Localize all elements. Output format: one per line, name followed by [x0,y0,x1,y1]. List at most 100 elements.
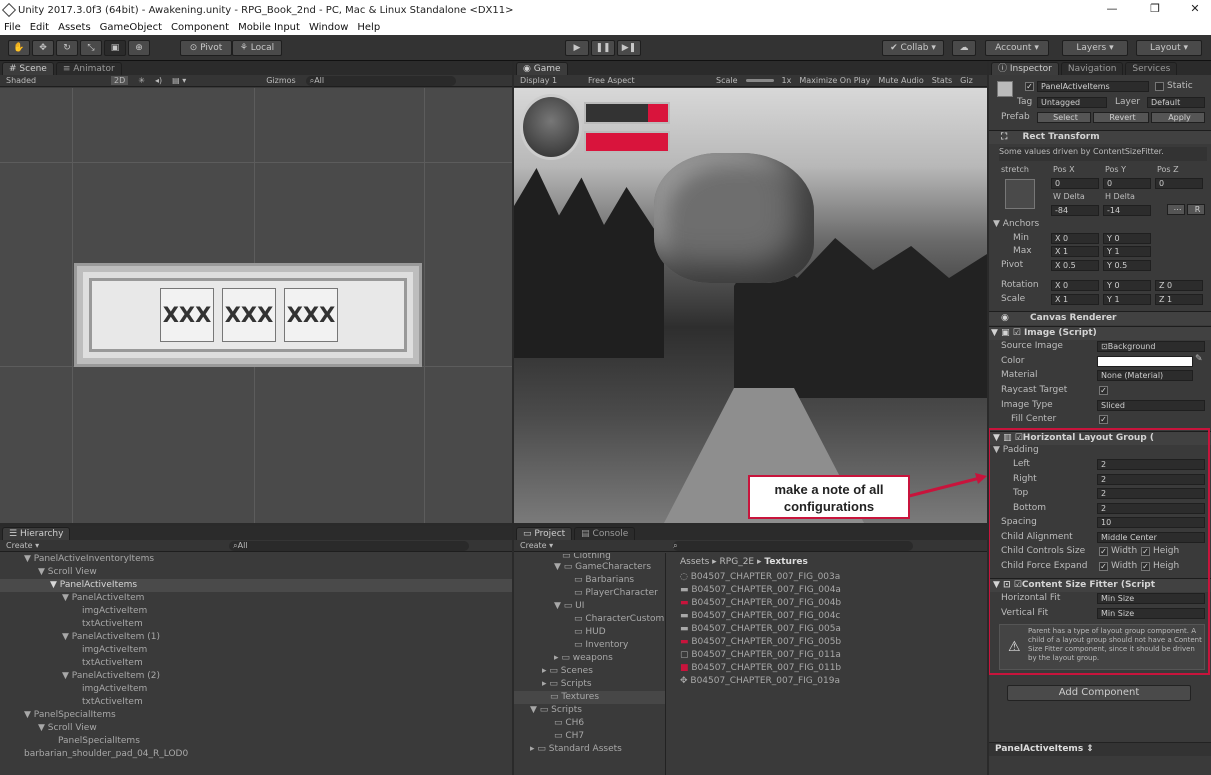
breadcrumb-item[interactable]: Assets [680,557,709,567]
tab-hierarchy[interactable]: ☰ Hierarchy [2,527,71,540]
csf-enabled-checkbox[interactable]: ☑ [1014,580,1022,590]
project-search-input[interactable]: ⌕ [673,540,914,551]
tab-services[interactable]: Services [1125,62,1178,75]
menu-mobile-input[interactable]: Mobile Input [238,22,300,33]
posy-field[interactable]: 0 [1103,178,1151,189]
pivot-x-field[interactable]: X 0.5 [1051,260,1099,271]
horizontal-layout-group-header[interactable]: ▼ ▥ ☑Horizontal Layout Group ( [989,431,1211,445]
step-button[interactable]: ▶❚ [617,40,641,56]
hierarchy-search-input[interactable]: ⌕All [229,540,470,551]
list-item[interactable]: imgActiveItem [0,644,512,657]
gizmos-toggle[interactable]: Giz [960,76,973,85]
folder-item[interactable]: ▼ ▭ UI [514,600,665,613]
list-item[interactable]: ▼ PanelActiveItem (2) [0,670,512,683]
force-height-checkbox[interactable]: ✓ [1141,562,1150,571]
menu-component[interactable]: Component [171,22,229,33]
anchor-preset-button[interactable] [1005,179,1035,209]
gizmos-dropdown[interactable]: Gizmos [266,76,295,85]
play-button[interactable]: ▶ [565,40,589,56]
padding-top-field[interactable]: 2 [1097,488,1205,499]
move-tool-icon[interactable]: ✥ [32,40,54,56]
controls-height-checkbox[interactable]: ✓ [1141,547,1150,556]
tab-game[interactable]: ◉ Game [516,62,568,75]
hand-tool-icon[interactable]: ✋ [8,40,30,56]
transform-tool-icon[interactable]: ⊕ [128,40,150,56]
tab-inspector[interactable]: ⓘ Inspector [991,62,1059,75]
item-slot[interactable]: XXX [222,288,276,342]
list-item[interactable]: barbarian_shoulder_pad_04_R_LOD0 [0,748,512,761]
lighting-toggle-icon[interactable]: ✳ [138,76,145,85]
posz-field[interactable]: 0 [1155,178,1203,189]
anchor-max-x-field[interactable]: X 1 [1051,246,1099,257]
list-item[interactable]: ▼ PanelActiveInventoryItems [0,553,512,566]
minimize-button[interactable]: — [1097,0,1127,20]
image-header[interactable]: ▼ ▣ ☑ Image (Script) [989,326,1211,340]
folder-item[interactable]: ▭ CH6 [514,717,665,730]
rotation-x-field[interactable]: X 0 [1051,280,1099,291]
source-image-field[interactable]: ⊡Background [1097,341,1205,352]
list-item[interactable]: PanelSpecialItems [0,735,512,748]
folder-item[interactable]: ▭ PlayerCharacter [514,587,665,600]
folder-item[interactable]: ▭ CH7 [514,730,665,743]
menu-window[interactable]: Window [309,22,348,33]
ui-panel-active-items[interactable]: XXX XXX XXX [74,263,422,367]
padding-bottom-field[interactable]: 2 [1097,503,1205,514]
scale-slider[interactable] [745,79,774,82]
scale-z-field[interactable]: Z 1 [1155,294,1203,305]
breadcrumb-item[interactable]: Textures [764,557,807,567]
tab-navigation[interactable]: Navigation [1060,62,1124,75]
pivot-toggle[interactable]: ⊙ Pivot [180,40,232,56]
file-item[interactable]: ▬ B04507_CHAPTER_007_FIG_005b [680,636,980,649]
menu-assets[interactable]: Assets [58,22,91,33]
list-item[interactable]: imgActiveItem [0,605,512,618]
wdelta-field[interactable]: -84 [1051,205,1099,216]
list-item[interactable]: txtActiveItem [0,618,512,631]
controls-width-checkbox[interactable]: ✓ [1099,547,1108,556]
audio-toggle-icon[interactable]: ◂) [155,76,162,85]
menu-file[interactable]: File [4,22,21,33]
anchor-min-x-field[interactable]: X 0 [1051,233,1099,244]
eyedropper-icon[interactable]: ✎ [1195,354,1207,368]
scale-x-field[interactable]: X 1 [1051,294,1099,305]
folder-item[interactable]: ▸ ▭ Scripts [514,678,665,691]
anchor-max-y-field[interactable]: Y 1 [1103,246,1151,257]
child-alignment-dropdown[interactable]: Middle Center [1097,532,1205,543]
rotation-y-field[interactable]: Y 0 [1103,280,1151,291]
vertical-fit-dropdown[interactable]: Min Size [1097,608,1205,619]
add-component-button[interactable]: Add Component [1007,685,1191,701]
close-button[interactable]: ✕ [1180,0,1210,20]
scene-search-input[interactable]: ⌕All [305,75,456,86]
list-item[interactable]: ▼ PanelActiveItem (1) [0,631,512,644]
breadcrumb-item[interactable]: RPG_2E [720,557,755,567]
pause-button[interactable]: ❚❚ [591,40,615,56]
prefab-select-button[interactable]: Select [1037,112,1091,123]
folder-item[interactable]: ▼ ▭ GameCharacters [514,561,665,574]
horizontal-fit-dropdown[interactable]: Min Size [1097,593,1205,604]
material-field[interactable]: None (Material) [1097,370,1193,381]
force-width-checkbox[interactable]: ✓ [1099,562,1108,571]
create-dropdown[interactable]: Create ▾ [6,541,39,550]
posx-field[interactable]: 0 [1051,178,1099,189]
list-item[interactable]: txtActiveItem [0,657,512,670]
rotation-z-field[interactable]: Z 0 [1155,280,1203,291]
folder-item[interactable]: ▭ CharacterCustom [514,613,665,626]
scene-view[interactable]: XXX XXX XXX [0,88,512,523]
list-item[interactable]: ▼ PanelSpecialItems [0,709,512,722]
local-toggle[interactable]: ⚘ Local [232,40,282,56]
canvas-renderer-header[interactable]: ◉ Canvas Renderer [989,311,1211,325]
file-item[interactable]: ■ B04507_CHAPTER_007_FIG_011b [680,662,980,675]
blueprint-mode-button[interactable]: ⋯ [1167,204,1185,215]
effects-dropdown-icon[interactable]: ▤ ▾ [172,76,186,85]
file-item[interactable]: ▬ B04507_CHAPTER_007_FIG_004b [680,597,980,610]
pivot-y-field[interactable]: Y 0.5 [1103,260,1151,271]
item-slot[interactable]: XXX [284,288,338,342]
aspect-dropdown[interactable]: Free Aspect [588,76,708,85]
list-item[interactable]: txtActiveItem [0,696,512,709]
tab-project[interactable]: ▭ Project [516,527,573,540]
static-checkbox[interactable] [1155,82,1164,91]
menu-gameobject[interactable]: GameObject [100,22,162,33]
folder-item[interactable]: ▭ Textures [514,691,665,704]
maximize-button[interactable]: ❐ [1140,0,1170,20]
folder-item[interactable]: ▭ Inventory [514,639,665,652]
scale-y-field[interactable]: Y 1 [1103,294,1151,305]
